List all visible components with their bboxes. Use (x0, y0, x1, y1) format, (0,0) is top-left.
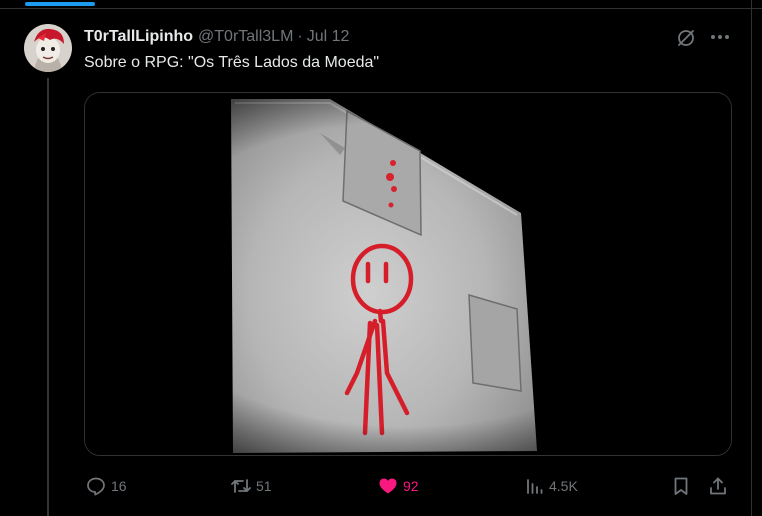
avatar[interactable] (24, 24, 72, 72)
post-date[interactable]: Jul 12 (307, 28, 350, 46)
views-icon (522, 474, 546, 498)
grok-button[interactable] (674, 26, 698, 50)
bookmark-icon (669, 474, 693, 498)
media-image (85, 93, 731, 455)
thread-line (47, 78, 49, 516)
heart-icon (376, 474, 400, 498)
share-icon (706, 474, 730, 498)
display-name[interactable]: T0rTallLipinho (84, 28, 193, 46)
share-button[interactable] (706, 472, 730, 500)
reply-icon (84, 474, 108, 498)
reply-count: 16 (111, 478, 127, 494)
avatar-image (24, 24, 72, 72)
repost-count: 51 (256, 478, 272, 494)
tab-indicator (25, 2, 95, 6)
like-button[interactable]: 92 (376, 472, 419, 500)
like-count: 92 (403, 478, 419, 494)
grok-icon (678, 30, 694, 46)
reply-button[interactable]: 16 (84, 472, 127, 500)
views-count: 4.5K (549, 478, 578, 494)
bookmark-button[interactable] (669, 472, 693, 500)
column-border (751, 0, 752, 516)
post-header: T0rTallLipinho @T0rTall3LM · Jul 12 (84, 26, 349, 48)
repost-icon (229, 474, 253, 498)
user-handle[interactable]: @T0rTall3LM (198, 28, 293, 46)
repost-button[interactable]: 51 (229, 472, 272, 500)
post-media[interactable] (84, 92, 732, 456)
header-separator: · (297, 28, 303, 45)
post-text: Sobre o RPG: "Os Três Lados da Moeda" (84, 54, 380, 71)
more-button[interactable] (707, 26, 733, 48)
more-icon (711, 35, 729, 39)
views-button[interactable]: 4.5K (522, 472, 578, 500)
top-divider (0, 0, 762, 9)
